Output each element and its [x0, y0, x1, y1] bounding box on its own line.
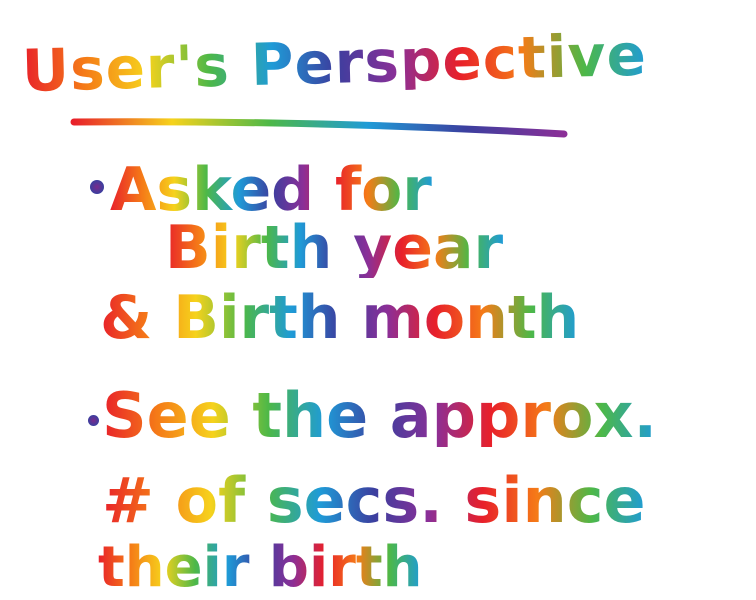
- bullet-2-line-1: See the approx.: [102, 379, 658, 452]
- bullet-1-line-2: Birth year: [165, 213, 504, 283]
- bullet-dot: [90, 180, 104, 194]
- bullet-dot: [88, 415, 99, 426]
- bullet-1-line-1: Asked for: [110, 155, 432, 225]
- note-title: User's Perspective: [21, 20, 648, 105]
- title-underline: [70, 118, 568, 138]
- bullet-1-line-3: & Birth month: [100, 283, 580, 353]
- bullet-2-line-3: their birth: [98, 535, 423, 600]
- bullet-2-line-2: # of secs. since: [102, 464, 646, 537]
